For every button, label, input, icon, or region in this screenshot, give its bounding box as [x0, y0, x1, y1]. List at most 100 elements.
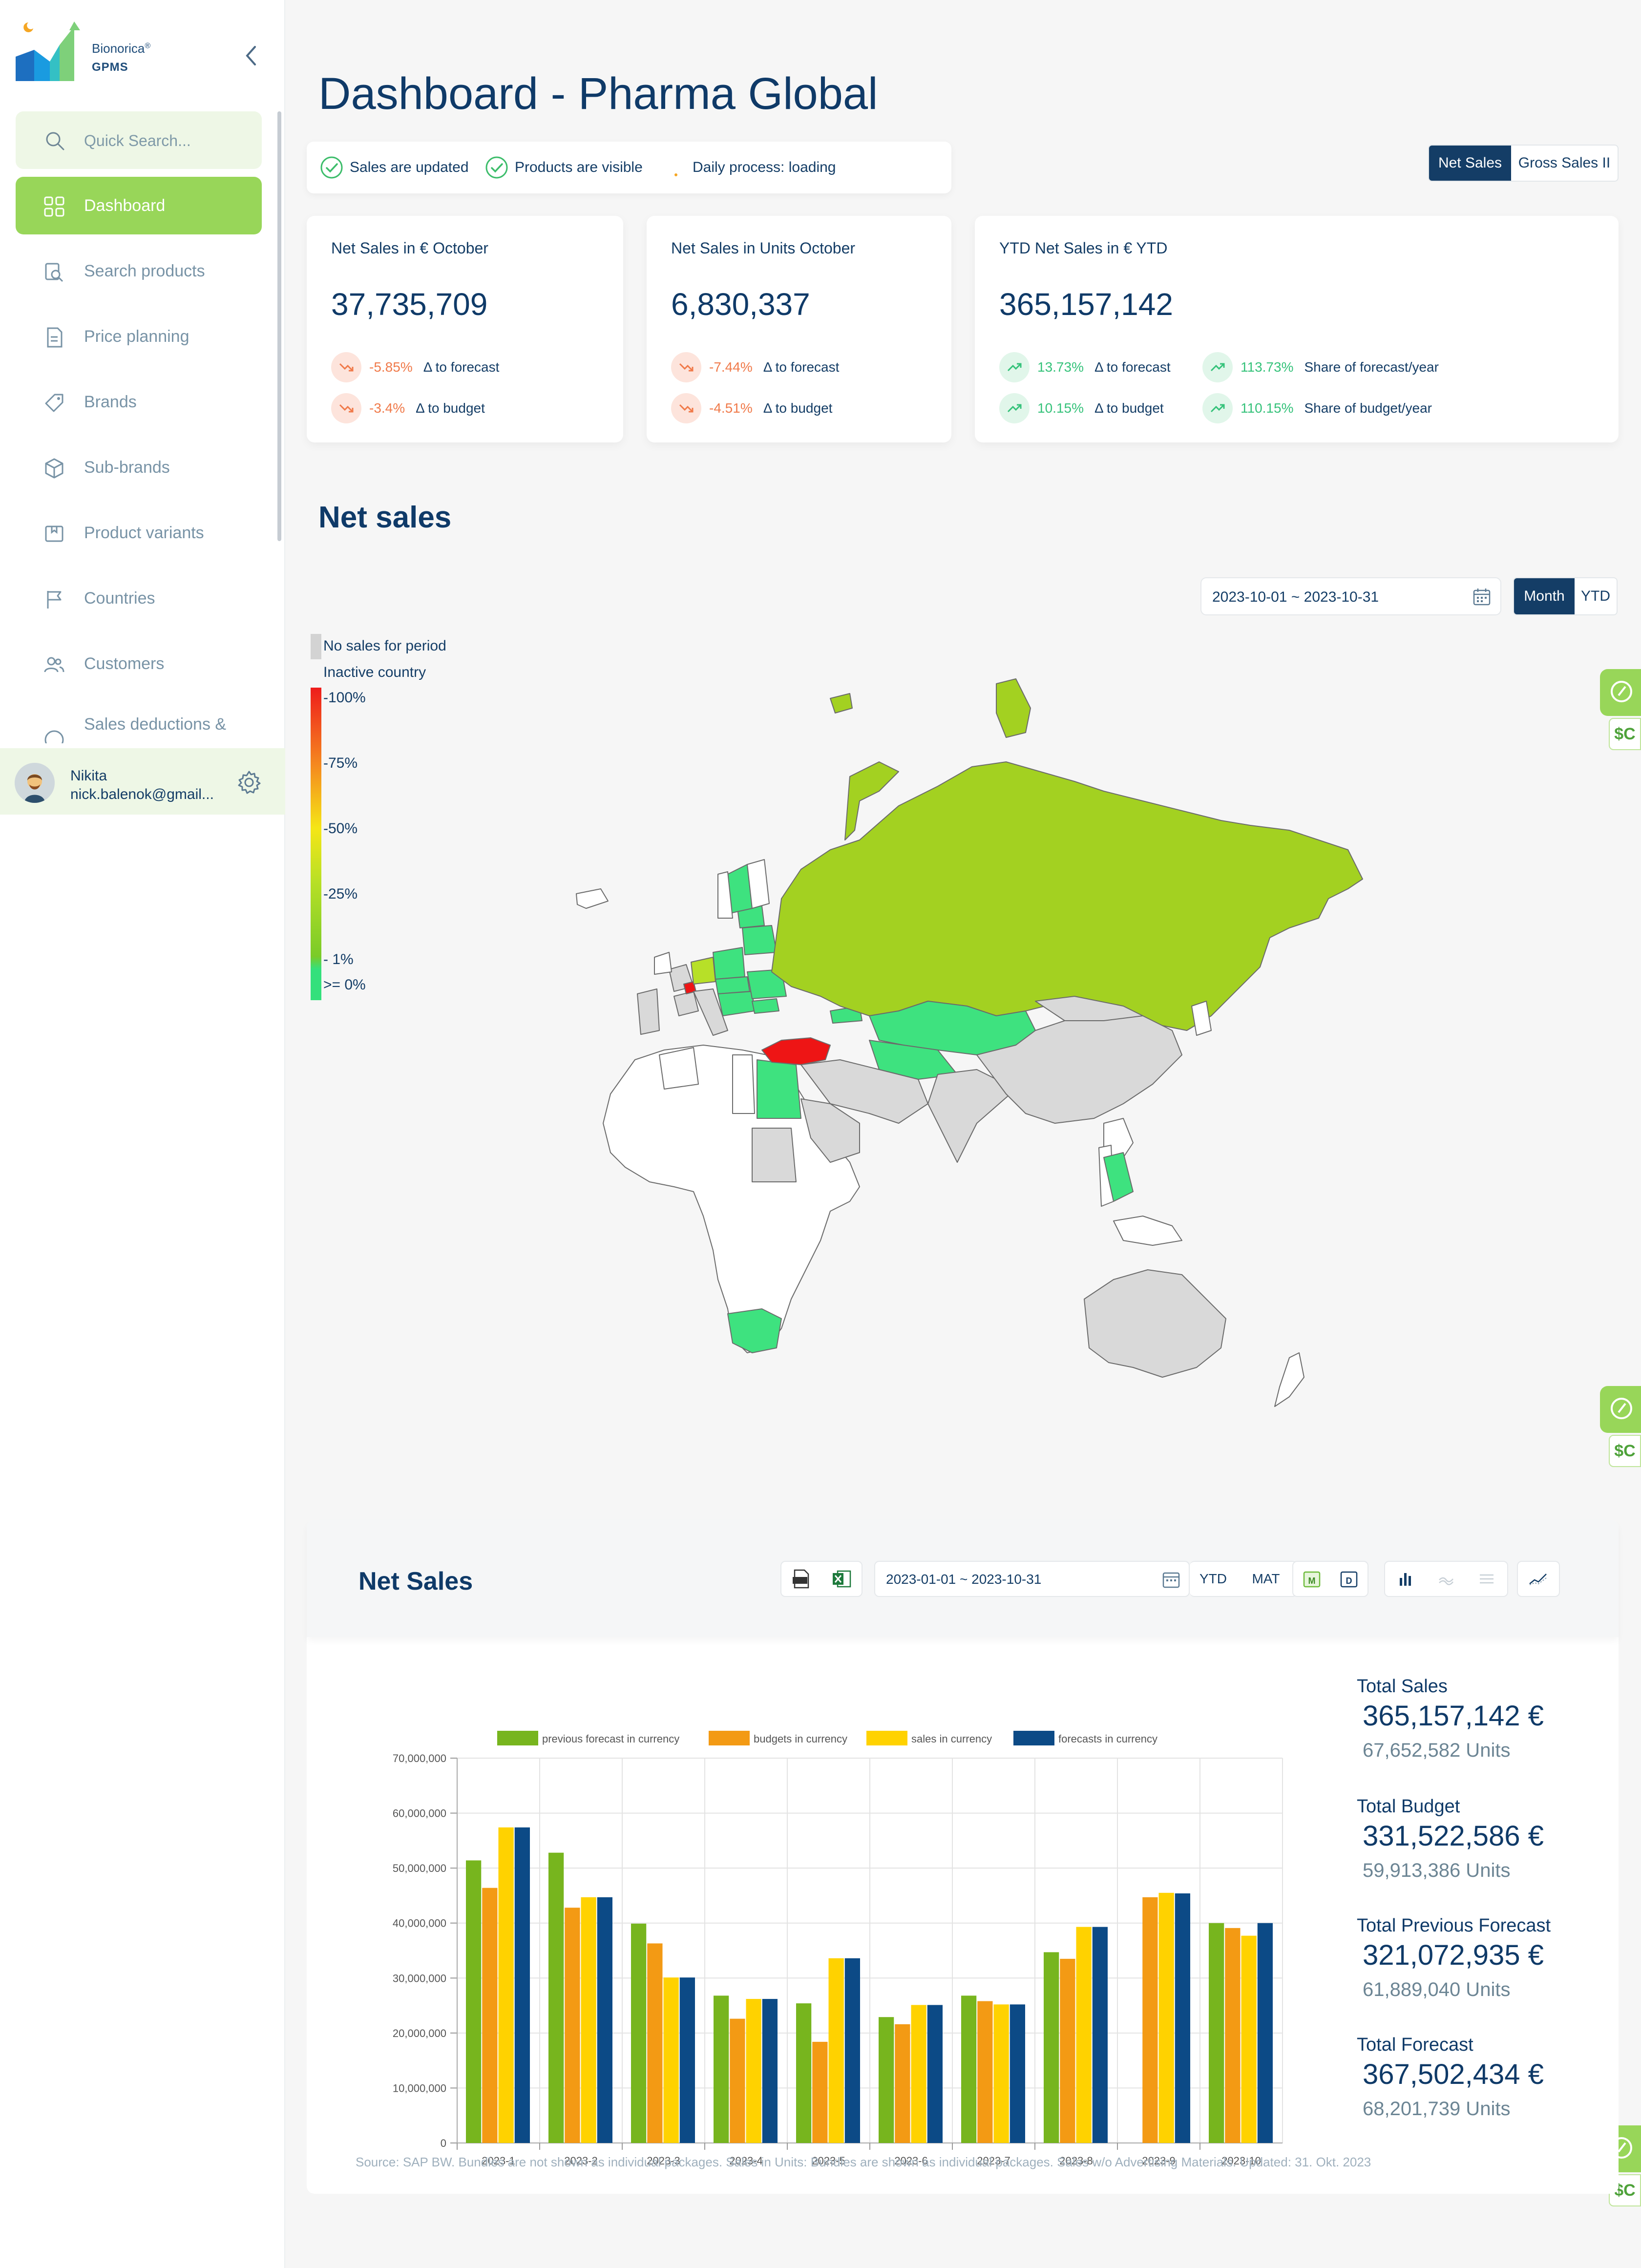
stacked-chart-button[interactable]	[1467, 1562, 1507, 1596]
brand-name: Bionorica®	[92, 41, 151, 56]
map-algeria[interactable]	[659, 1047, 699, 1090]
y-tick-label: 70,000,000	[393, 1752, 446, 1764]
chevron-left-icon	[246, 46, 256, 65]
excel-icon	[833, 1570, 851, 1588]
kpi-budget-delta: -3.4% Δ to budget	[331, 393, 485, 424]
map-germany[interactable]	[691, 957, 716, 985]
total-sales: Total Sales 365,157,142 € 67,652,582 Uni…	[1357, 1676, 1544, 1761]
month-granularity-button[interactable]: M	[1293, 1562, 1330, 1596]
variant-icon	[45, 525, 63, 542]
export-excel-button[interactable]	[821, 1562, 862, 1596]
mat-mode-button[interactable]: MAT	[1237, 1562, 1295, 1596]
legend-label: -100%	[323, 690, 366, 706]
net-sales-toggle[interactable]: Net Sales	[1429, 146, 1511, 181]
map-arctic-island[interactable]	[996, 678, 1031, 738]
sidebar-item-sales-deductions[interactable]: Sales deductions &	[16, 699, 262, 743]
gear-icon	[238, 771, 261, 794]
map-egypt[interactable]	[757, 1059, 801, 1119]
source-note: Source: SAP BW. Bundles are not shown as…	[356, 2155, 1371, 2169]
legend-label: -75%	[323, 755, 358, 771]
map-russia[interactable]	[771, 761, 1363, 1031]
map-uk[interactable]	[654, 952, 672, 975]
map-balkans[interactable]	[717, 991, 755, 1016]
grid-icon	[44, 196, 64, 217]
trend-down-icon	[331, 352, 361, 382]
bar-chart-button[interactable]	[1385, 1562, 1426, 1596]
trend-up-icon	[999, 393, 1030, 423]
map-legend: No sales for period Inactive country -10…	[311, 634, 457, 1005]
kpi-share-forecast: 113.73% Share of forecast/year	[1202, 352, 1439, 383]
bar-budgets-in-currency-2023-1	[482, 1888, 498, 2143]
chart-title: Net Sales	[358, 1567, 473, 1596]
map-svalbard[interactable]	[830, 693, 853, 714]
line-chart-button[interactable]	[1518, 1562, 1559, 1596]
users-icon	[44, 657, 64, 672]
ytd-mode-button[interactable]: YTD	[1190, 1562, 1237, 1596]
trend-up-icon	[1202, 352, 1233, 382]
net-sales-bar-chart[interactable]: previous forecast in currency budgets in …	[316, 1664, 1293, 2192]
day-granularity-button[interactable]: D	[1330, 1562, 1368, 1596]
kpi-value: 6,830,337	[671, 287, 810, 322]
settings-button[interactable]	[236, 770, 262, 795]
status-products-visible: Products are visible	[484, 155, 643, 180]
map-romania[interactable]	[752, 998, 779, 1014]
sidebar-item-dashboard[interactable]: Dashboard	[16, 177, 262, 234]
sidebar-item-customers[interactable]: Customers	[16, 635, 262, 693]
bar-forecasts-in-currency-2023-8	[1092, 1927, 1108, 2143]
side-tab-edit-currency[interactable]: $C	[1600, 1386, 1641, 1469]
sidebar-item-sub-brands[interactable]: Sub-brands	[16, 439, 262, 496]
kpi-title: YTD Net Sales in € YTD	[999, 239, 1168, 257]
sidebar-item-price-planning[interactable]: Price planning	[16, 308, 262, 365]
quick-search-placeholder: Quick Search...	[84, 132, 191, 149]
avatar[interactable]	[15, 763, 55, 803]
quick-search-input[interactable]: Quick Search...	[16, 111, 262, 169]
bar-previous-forecast-in-currency-2023-3	[631, 1923, 647, 2143]
sidebar-item-brands[interactable]: Brands	[16, 373, 262, 431]
sidebar: Bionorica® GPMS Quick Search... Dashboar…	[0, 0, 285, 2268]
bar-budgets-in-currency-2023-10	[1225, 1928, 1241, 2143]
map-date-range-picker[interactable]: 2023-10-01 ~ 2023-10-31	[1200, 577, 1501, 615]
map-iberia[interactable]	[637, 988, 660, 1035]
ytd-toggle[interactable]: YTD	[1575, 578, 1617, 614]
map-iceland[interactable]	[576, 888, 609, 909]
side-tab-edit-currency[interactable]: $C	[1600, 669, 1641, 752]
chart-date-range-picker[interactable]: 2023-01-01 ~ 2023-10-31	[874, 1561, 1190, 1597]
product-name: GPMS	[92, 61, 128, 74]
granularity-buttons: M D	[1292, 1561, 1368, 1597]
bar-sales-in-currency-2023-10	[1241, 1935, 1257, 2143]
kpi-budget-delta: -4.51% Δ to budget	[671, 393, 832, 424]
chart-toolbar: Net Sales 2023-01-01 ~ 2023-10-31 YTD MA…	[307, 1520, 1619, 1637]
collapse-sidebar-button[interactable]	[237, 41, 267, 70]
map-indonesia[interactable]	[1113, 1216, 1182, 1246]
map-libya[interactable]	[732, 1054, 755, 1114]
sidebar-item-countries[interactable]: Countries	[16, 569, 262, 627]
map-australia[interactable]	[1084, 1269, 1226, 1378]
month-toggle[interactable]: Month	[1514, 578, 1575, 614]
map-new-zealand[interactable]	[1274, 1352, 1304, 1407]
legend-label: - 1%	[323, 951, 354, 967]
user-profile-bar[interactable]: Nikita nick.balenok@gmail...	[0, 748, 285, 815]
sidebar-item-search-products[interactable]: Search products	[16, 242, 262, 300]
line-chart-icon	[1529, 1574, 1547, 1585]
sidebar-item-label: Search products	[84, 262, 205, 280]
sidebar-scrollbar[interactable]	[277, 111, 281, 541]
map-poland[interactable]	[713, 947, 745, 980]
kpi-card-net-sales-units: Net Sales in Units October 6,830,337 -7.…	[647, 216, 951, 442]
bar-sales-in-currency-2023-2	[581, 1897, 596, 2143]
export-pdf-button[interactable]	[781, 1562, 821, 1596]
world-choropleth-map[interactable]	[562, 664, 1372, 1436]
bar-chart-icon	[1399, 1573, 1411, 1586]
legend-label: -50%	[323, 820, 358, 837]
map-hungary[interactable]	[715, 976, 750, 994]
area-chart-button[interactable]	[1426, 1562, 1466, 1596]
legend-label: No sales for period	[323, 638, 446, 654]
map-turkey[interactable]	[761, 1037, 831, 1065]
gross-sales-toggle[interactable]: Gross Sales II	[1511, 146, 1618, 181]
sidebar-item-product-variants[interactable]: Product variants	[16, 504, 262, 562]
month-calendar-icon: M	[1303, 1571, 1321, 1588]
sidebar-item-label: Sales deductions &	[84, 715, 227, 734]
bar-sales-in-currency-2023-7	[993, 2004, 1009, 2143]
map-belarus[interactable]	[742, 925, 777, 955]
map-south-africa[interactable]	[727, 1308, 782, 1353]
map-sudan[interactable]	[752, 1128, 797, 1182]
